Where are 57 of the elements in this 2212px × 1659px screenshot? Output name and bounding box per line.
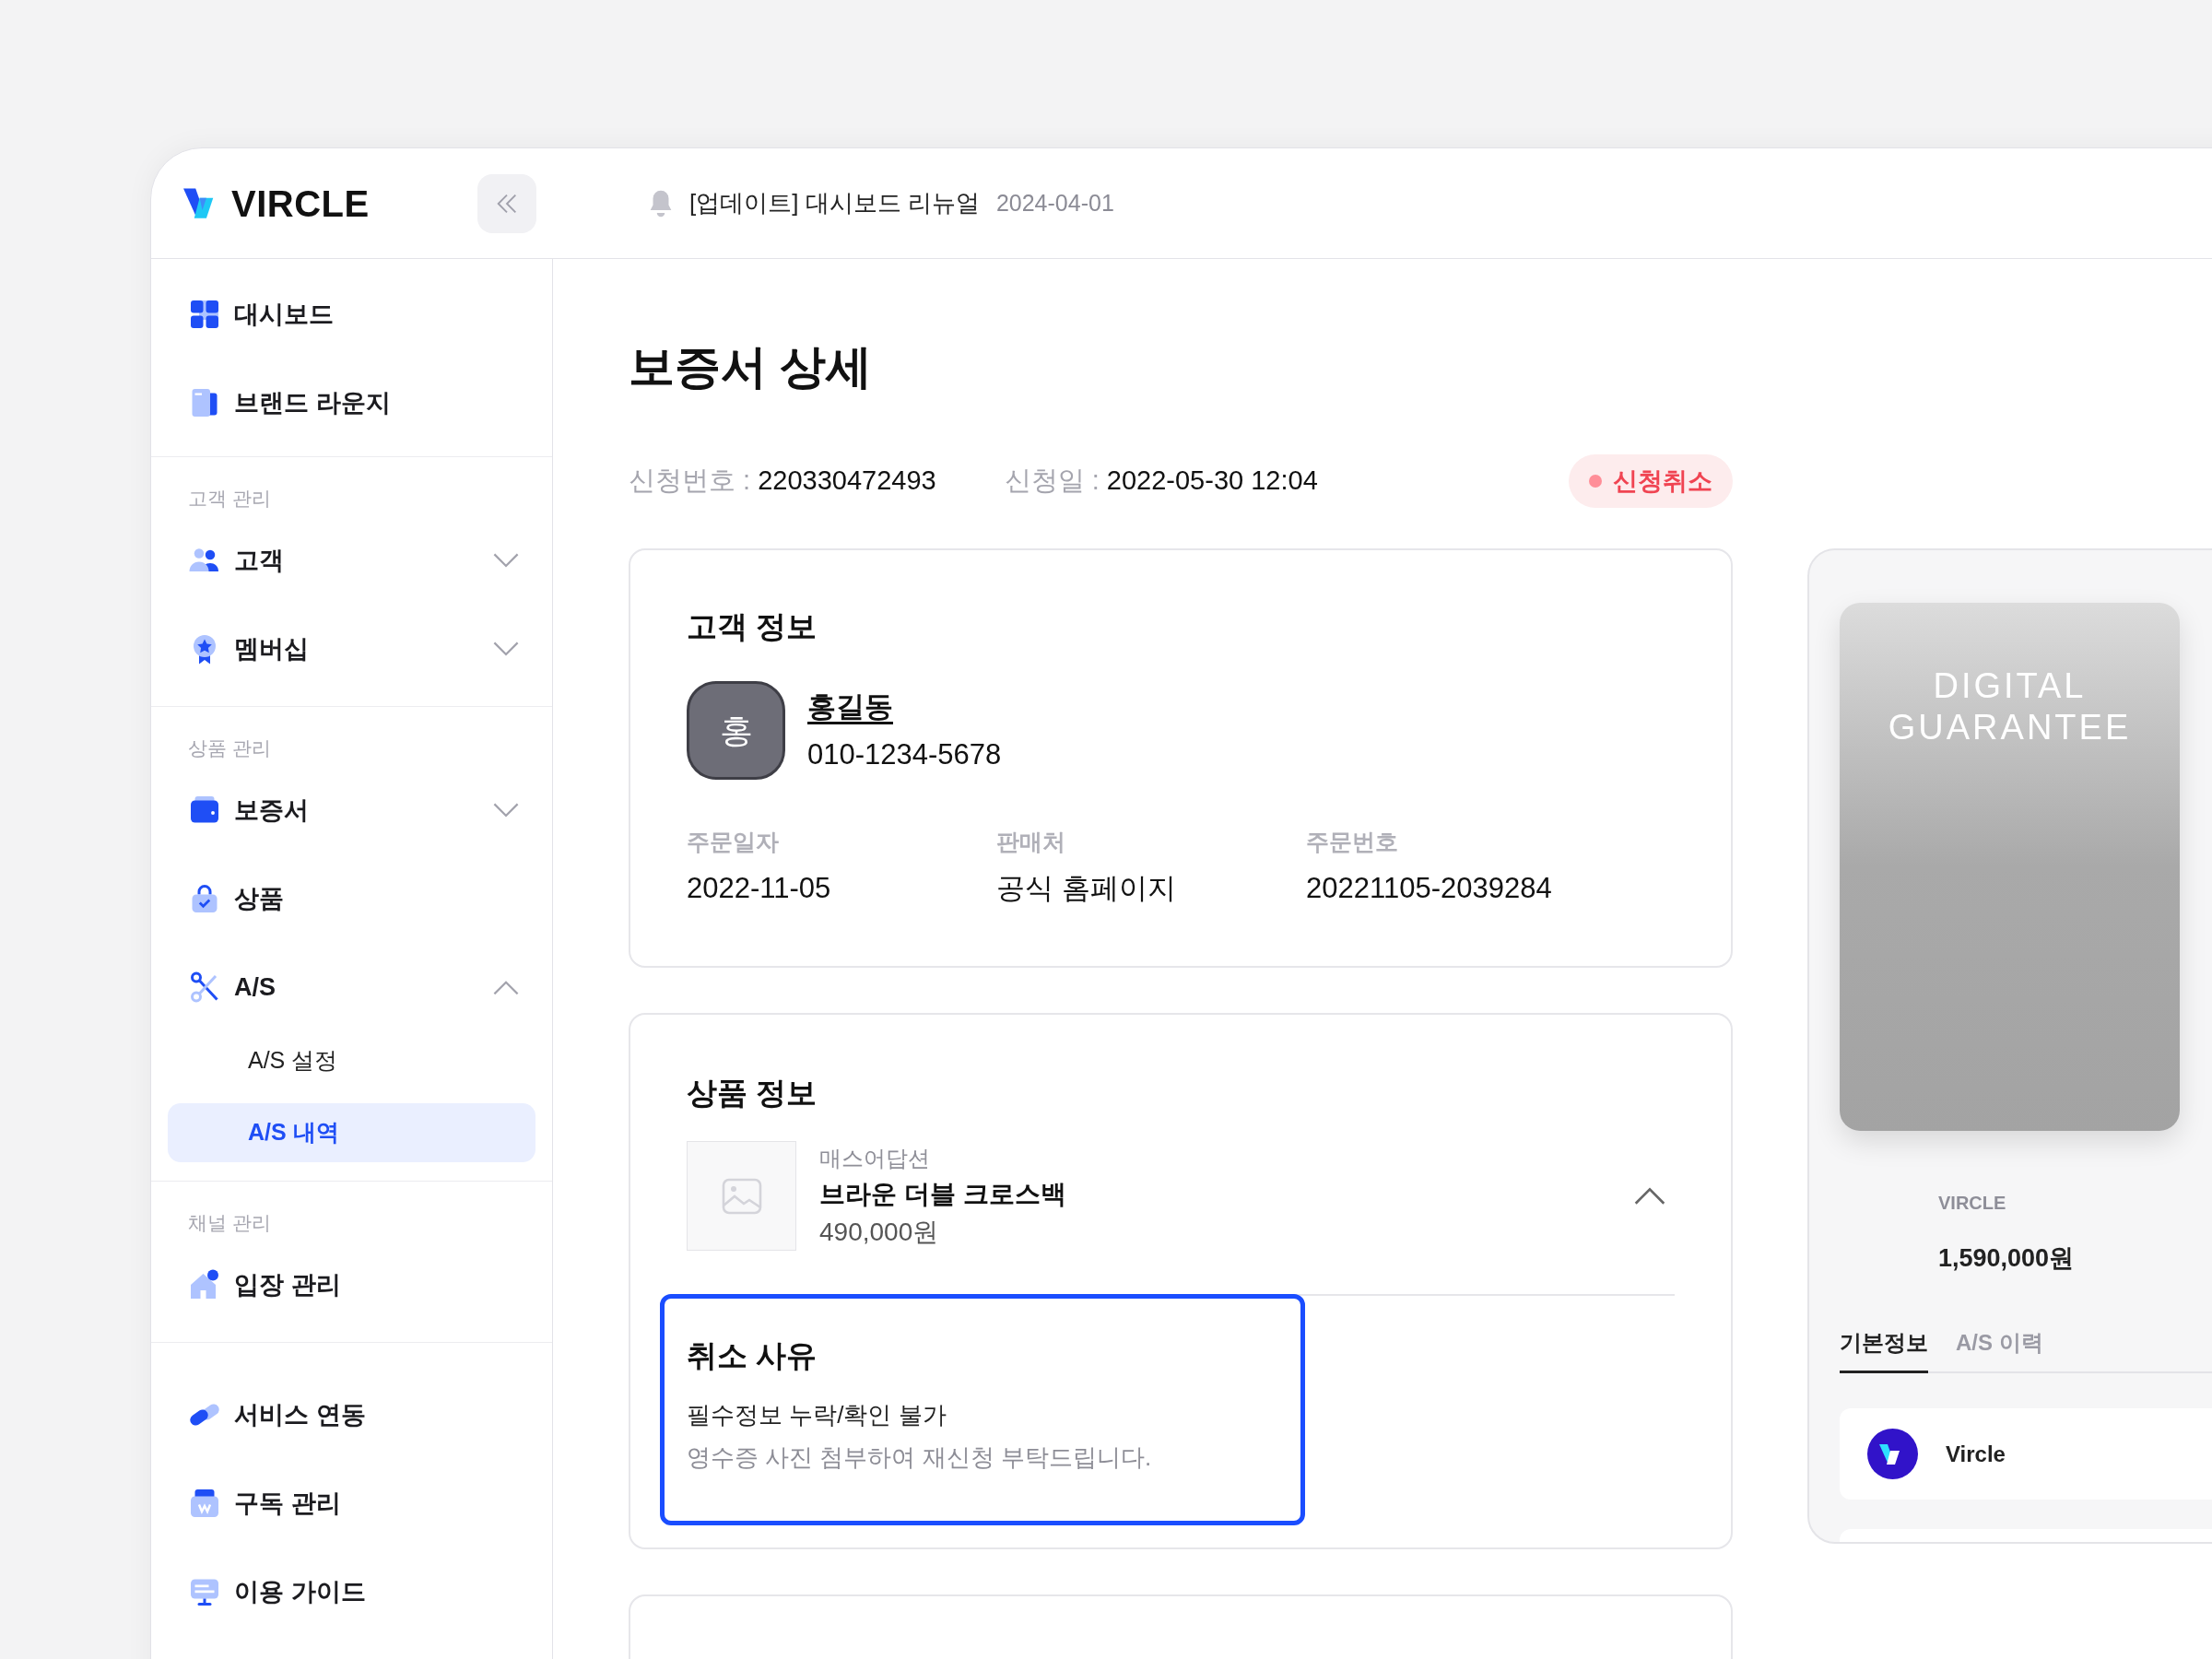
- chevron-up-icon: [1634, 1186, 1665, 1206]
- field-label: 주문일자: [687, 828, 780, 855]
- sidebar-item[interactable]: 입장 관리: [168, 1241, 535, 1329]
- submenu-item[interactable]: A/S 설정: [168, 1031, 535, 1090]
- sidebar-item[interactable]: 브랜드 라운지: [168, 359, 535, 447]
- sidebar-item[interactable]: 구독 관리: [168, 1459, 535, 1547]
- field-label: 판매처: [996, 828, 1066, 855]
- sidebar-item[interactable]: 대시보드: [168, 270, 535, 359]
- partner-logo-icon: [1867, 1429, 1918, 1479]
- phone-number: 010-1234-5678: [807, 736, 1002, 772]
- scissors-icon: [188, 971, 221, 1004]
- field-label: 주문번호: [1306, 828, 1399, 855]
- collapse-button[interactable]: [477, 173, 536, 233]
- brand-logo: VIRCLE: [231, 182, 370, 226]
- notice-text[interactable]: [업데이트] 대시보드 리뉴얼: [689, 185, 980, 221]
- section-heading: 채널 관리: [187, 1211, 272, 1235]
- sidebar-item[interactable]: 이용 가이드: [168, 1547, 535, 1636]
- section-heading: 고객 관리: [187, 487, 272, 511]
- brand-name: VIRCLE: [1938, 1192, 2007, 1215]
- sidebar-item[interactable]: 고객: [168, 516, 535, 605]
- house-icon: [188, 1268, 221, 1301]
- notice-date: 2024-04-01: [995, 188, 1114, 218]
- chevron-up-icon: [493, 979, 519, 995]
- cancel-reason-text: 필수정보 누락/확인 불가: [687, 1400, 947, 1430]
- sidebar-item[interactable]: 서비스 연동: [168, 1371, 535, 1459]
- field-value: 20221105-2039284: [1306, 872, 1553, 905]
- box-icon: [188, 1487, 221, 1520]
- cancel-note: 영수증 사진 첨부하여 재신청 부탁드립니다.: [687, 1442, 1153, 1473]
- meta-label: 신청일 :: [1004, 465, 1100, 498]
- meta-label: 신청번호 :: [629, 465, 751, 498]
- chevron-down-icon: [493, 552, 519, 569]
- section-title: 상품 정보: [687, 1075, 818, 1112]
- field-value: 공식 홈페이지: [996, 872, 1177, 905]
- product-price: 490,000원: [819, 1216, 940, 1248]
- meta-value: 220330472493: [758, 465, 936, 498]
- chevron-down-icon: [493, 641, 519, 657]
- customer-name-link[interactable]: 홍길동: [807, 688, 1002, 725]
- meta-value: 2022-05-30 12:04: [1106, 465, 1318, 498]
- page-title: 보증서 상세: [629, 340, 873, 394]
- sidebar-item[interactable]: 보증서: [168, 766, 535, 854]
- product-name: 브라운 더블 크로스백: [819, 1178, 1067, 1210]
- sidebar-item[interactable]: 멤버십: [168, 605, 535, 693]
- panel-title: 취소 사유: [687, 1337, 818, 1374]
- sidebar-item[interactable]: 상품: [168, 854, 535, 943]
- field-value: 2022-11-05: [687, 872, 832, 905]
- product-brand: 매스어답션: [819, 1144, 931, 1172]
- partner-name: Vircle: [1946, 1440, 2006, 1468]
- avatar: 홍: [687, 681, 785, 780]
- submenu-item[interactable]: A/S 내역: [168, 1103, 535, 1162]
- section-title: 고객 정보: [687, 608, 818, 645]
- chevron-down-icon: [493, 802, 519, 818]
- guarantee-price: 1,590,000원: [1938, 1243, 2076, 1273]
- sidebar-item[interactable]: A/S: [168, 943, 535, 1031]
- section-heading: 상품 관리: [187, 736, 272, 760]
- grid-icon: [188, 298, 221, 331]
- tab[interactable]: 기본정보: [1840, 1326, 1928, 1373]
- status-text: 신청취소: [1613, 465, 1712, 497]
